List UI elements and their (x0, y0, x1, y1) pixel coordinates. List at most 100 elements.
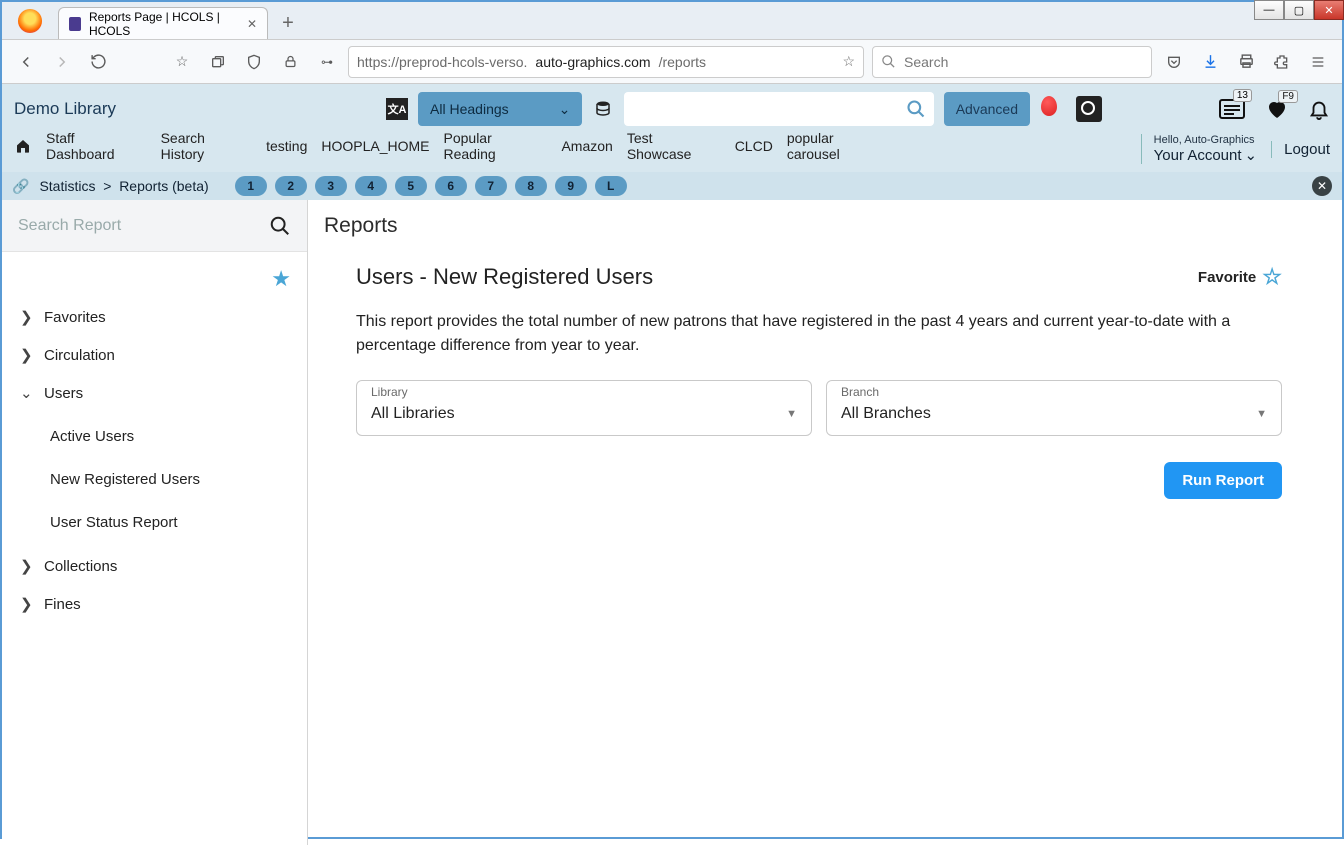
caret-down-icon: ▼ (1256, 408, 1267, 420)
favorite-toggle[interactable]: Favorite ☆ (1198, 264, 1282, 290)
tree-item-circulation[interactable]: ❯Circulation (2, 336, 307, 374)
report-search (2, 200, 307, 252)
pill[interactable]: 1 (235, 176, 267, 196)
pill[interactable]: 4 (355, 176, 387, 196)
url-suffix: /reports (659, 54, 706, 70)
browser-toolbar: ☆ ⊶ https://preprod-hcols-verso. auto-gra… (2, 40, 1342, 84)
database-icon[interactable] (592, 98, 614, 120)
pill[interactable]: 7 (475, 176, 507, 196)
star-filled-icon[interactable]: ★ (271, 266, 291, 292)
menu-icon[interactable] (1304, 48, 1332, 76)
pill[interactable]: 8 (515, 176, 547, 196)
nav-link[interactable]: Amazon (561, 138, 612, 154)
nav-link[interactable]: popular carousel (787, 130, 890, 162)
heart-icon[interactable]: F9 (1264, 97, 1290, 121)
nav-link[interactable]: Search History (161, 130, 253, 162)
bell-icon[interactable] (1308, 97, 1330, 121)
chevron-down-icon: ⌄ (20, 384, 32, 402)
tree-sub-active-users[interactable]: Active Users (2, 418, 307, 455)
branch-select[interactable]: Branch All Branches ▼ (826, 380, 1282, 436)
report-search-input[interactable] (18, 217, 269, 235)
new-tab-button[interactable]: + (274, 9, 302, 37)
tab-title: Reports Page | HCOLS | HCOLS (89, 10, 239, 38)
pill[interactable]: 3 (315, 176, 347, 196)
window-close[interactable]: ✕ (1314, 0, 1344, 20)
balloon-icon[interactable] (1040, 96, 1058, 122)
print-icon[interactable] (1232, 48, 1260, 76)
back-button[interactable] (12, 48, 40, 76)
nav-link[interactable]: Test Showcase (627, 130, 721, 162)
browser-tab[interactable]: Reports Page | HCOLS | HCOLS ✕ (58, 7, 268, 39)
window-minimize[interactable]: — (1254, 0, 1284, 20)
extensions-icon[interactable] (1268, 48, 1296, 76)
url-field[interactable]: https://preprod-hcols-verso. auto-graphic… (348, 46, 864, 78)
pill[interactable]: 5 (395, 176, 427, 196)
home-icon[interactable] (14, 138, 32, 154)
favorite-label: Favorite (1198, 269, 1256, 286)
chevron-down-icon: ⌄ (559, 101, 571, 118)
library-select[interactable]: Library All Libraries ▼ (356, 380, 812, 436)
url-domain: auto-graphics.com (535, 54, 650, 70)
link-icon: 🔗 (12, 178, 29, 195)
url-prefix: https://preprod-hcols-verso. (357, 54, 527, 70)
nav-link[interactable]: HOOPLA_HOME (321, 138, 429, 154)
nav-link[interactable]: testing (266, 138, 307, 154)
logout-link[interactable]: Logout (1271, 141, 1330, 158)
nav-link[interactable]: Popular Reading (444, 130, 548, 162)
browser-search-placeholder: Search (904, 54, 948, 70)
forward-button[interactable] (48, 48, 76, 76)
reload-button[interactable] (84, 48, 112, 76)
search-icon[interactable] (269, 215, 291, 237)
pill[interactable]: 6 (435, 176, 467, 196)
breadcrumb-row: 🔗 Statistics > Reports (beta) 1 2 3 4 5 … (2, 172, 1342, 200)
search-icon[interactable] (906, 99, 926, 119)
close-breadcrumb-icon[interactable]: ✕ (1312, 176, 1332, 196)
headings-dropdown-label: All Headings (430, 101, 509, 117)
breadcrumb[interactable]: Statistics > Reports (beta) (39, 178, 208, 194)
language-icon[interactable]: 文A (386, 98, 408, 120)
field-value: All Branches (841, 405, 931, 423)
chevron-right-icon: ❯ (20, 595, 32, 613)
tree-item-fines[interactable]: ❯Fines (2, 585, 307, 623)
tab-close-icon[interactable]: ✕ (247, 17, 257, 31)
catalog-search-input[interactable] (632, 101, 905, 117)
report-tree: ❯Favorites ❯Circulation ⌄Users Active Us… (2, 292, 307, 629)
nav-link[interactable]: CLCD (735, 138, 773, 154)
chevron-right-icon: ❯ (20, 346, 32, 364)
field-label: Branch (841, 385, 879, 399)
main-panel: Reports Users - New Registered Users Fav… (308, 200, 1342, 845)
heart-badge: F9 (1278, 90, 1298, 103)
list-icon[interactable]: 13 (1218, 98, 1246, 120)
tree-sub-user-status-report[interactable]: User Status Report (2, 504, 307, 541)
lock-icon[interactable] (276, 48, 304, 76)
quick-pills: 1 2 3 4 5 6 7 8 9 L (235, 176, 627, 196)
catalog-search[interactable] (624, 92, 933, 126)
pill[interactable]: L (595, 176, 627, 196)
pocket-icon[interactable] (1160, 48, 1188, 76)
tree-item-favorites[interactable]: ❯Favorites (2, 298, 307, 336)
caret-down-icon: ▼ (786, 408, 797, 420)
browser-search-field[interactable]: Search (872, 46, 1152, 78)
bookmark-page-icon[interactable]: ☆ (168, 48, 196, 76)
tree-item-users[interactable]: ⌄Users (2, 374, 307, 412)
container-icon[interactable] (204, 48, 232, 76)
advanced-search-button[interactable]: Advanced (944, 92, 1030, 126)
bookmark-star-icon[interactable]: ☆ (842, 53, 855, 70)
star-outline-icon: ☆ (1262, 264, 1282, 290)
nav-link[interactable]: Staff Dashboard (46, 130, 147, 162)
headings-dropdown[interactable]: All Headings ⌄ (418, 92, 582, 126)
window-maximize[interactable]: ▢ (1284, 0, 1314, 20)
tree-item-collections[interactable]: ❯Collections (2, 547, 307, 585)
scan-icon[interactable] (1076, 96, 1102, 122)
run-report-button[interactable]: Run Report (1164, 462, 1282, 499)
your-account-dropdown[interactable]: Your Account⌄ (1154, 146, 1257, 164)
tree-sub-new-registered-users[interactable]: New Registered Users (2, 461, 307, 498)
downloads-icon[interactable] (1196, 48, 1224, 76)
main-nav: Staff Dashboard Search History testing H… (2, 124, 902, 172)
pill[interactable]: 9 (555, 176, 587, 196)
field-label: Library (371, 385, 408, 399)
permissions-icon[interactable]: ⊶ (312, 48, 340, 76)
pill[interactable]: 2 (275, 176, 307, 196)
shield-icon[interactable] (240, 48, 268, 76)
chevron-down-icon: ⌄ (1245, 146, 1258, 164)
